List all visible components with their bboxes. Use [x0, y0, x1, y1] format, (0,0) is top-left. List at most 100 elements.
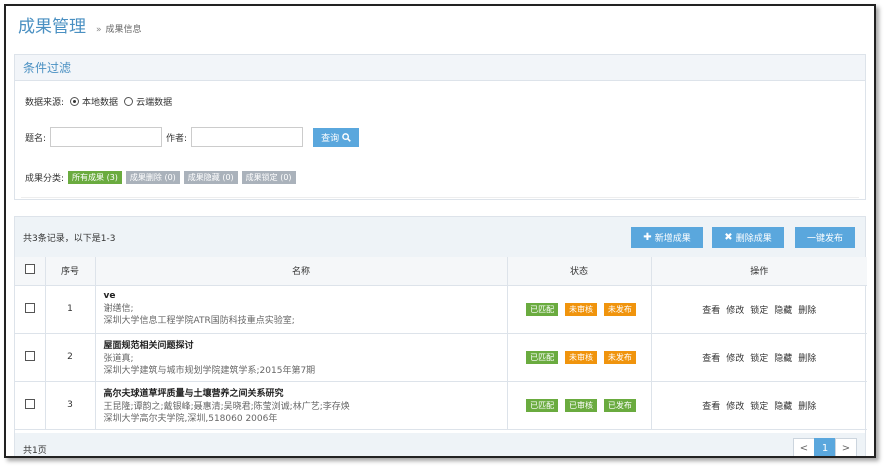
page-1-button[interactable]: 1	[814, 438, 836, 456]
action-lock[interactable]: 锁定	[750, 306, 768, 316]
result-title[interactable]: 高尔夫球道草坪质量与土壤营养之间关系研究	[104, 386, 507, 399]
results-toolbar: 共3条记录，以下是1-3 ✚ 新增成果 ✖ 删除成果 一键发布	[15, 217, 865, 257]
status-badge-review: 未审核	[565, 350, 597, 364]
status-badge-matched: 已匹配	[526, 302, 559, 316]
table-header-row: 序号 名称 状态 操作	[15, 257, 867, 286]
status-badge-review: 未审核	[565, 302, 597, 316]
row-name-cell: 屋面规范相关问题探讨 张道真; 深圳大学建筑与城市规划学院建筑学系;2015年第…	[95, 333, 508, 382]
category-deleted[interactable]: 成果删除 (0)	[125, 171, 180, 184]
row-actions-cell: 查看 修改 锁定 隐藏 删除	[651, 285, 867, 334]
result-author: 谢缮信;	[103, 304, 134, 314]
row-number: 1	[45, 285, 96, 334]
delete-result-button[interactable]: ✖ 删除成果	[712, 227, 784, 248]
filter-panel-title: 条件过滤	[15, 55, 865, 81]
table-row: 1 ve 谢缮信; 深圳大学信息工程学院ATR国防科技重点实验室; 已匹配 未审…	[15, 285, 867, 334]
action-edit[interactable]: 修改	[726, 306, 744, 316]
status-badge-publish: 未发布	[603, 302, 636, 316]
result-source: 深圳大学建筑与城市规划学院建筑学系;2015年第7期	[103, 365, 316, 376]
radio-unselected-icon[interactable]	[124, 97, 134, 106]
query-button-label: 查询	[321, 132, 340, 143]
status-badge-publish: 已发布	[603, 398, 636, 412]
result-source: 深圳大学信息工程学院ATR国防科技重点实验室;	[103, 316, 295, 326]
table-row: 2 屋面规范相关问题探讨 张道真; 深圳大学建筑与城市规划学院建筑学系;2015…	[15, 333, 867, 382]
radio-local-data[interactable]: 本地数据	[70, 95, 118, 108]
action-hide[interactable]: 隐藏	[774, 354, 792, 364]
prev-page-button[interactable]: <	[793, 438, 815, 456]
column-header-name: 名称	[95, 257, 508, 286]
status-badge-matched: 已匹配	[526, 398, 559, 412]
row-number: 3	[45, 381, 96, 430]
row-checkbox[interactable]	[24, 302, 35, 313]
publish-all-button[interactable]: 一键发布	[795, 227, 855, 248]
row-select-cell	[15, 333, 46, 382]
delete-result-label: 删除成果	[735, 234, 772, 244]
row-actions-cell: 查看 修改 锁定 隐藏 删除	[651, 381, 867, 430]
row-status-cell: 已匹配 未审核 未发布	[507, 285, 652, 334]
results-footer: 共1页 < 1 >	[15, 433, 865, 456]
category-hidden[interactable]: 成果隐藏 (0)	[183, 171, 238, 184]
action-view[interactable]: 查看	[702, 354, 720, 364]
action-edit[interactable]: 修改	[726, 354, 744, 364]
result-author: 王昆隆;谭韵之;戴银峰;聂惠清;吴晓君;陈莹浏诚;林广艺;李存焕	[103, 401, 350, 412]
row-actions-cell: 查看 修改 锁定 隐藏 删除	[651, 333, 867, 382]
result-title[interactable]: 屋面规范相关问题探讨	[104, 338, 507, 351]
radio-cloud-data[interactable]: 云端数据	[124, 95, 172, 108]
category-label: 成果分类:	[25, 174, 65, 184]
radio-label: 云端数据	[136, 98, 173, 108]
breadcrumb[interactable]: 成果信息	[106, 22, 142, 35]
category-row: 成果分类: 所有成果 (3) 成果删除 (0) 成果隐藏 (0) 成果锁定 (0…	[25, 171, 296, 184]
data-source-label: 数据来源:	[25, 98, 65, 108]
column-header-status: 状态	[507, 257, 652, 286]
divider	[21, 197, 859, 198]
action-hide[interactable]: 隐藏	[774, 306, 792, 316]
status-badge-publish: 未发布	[603, 350, 636, 364]
select-all-header	[15, 257, 46, 286]
app-window: 成果管理 » 成果信息 条件过滤 数据来源: 本地数据 云端数据 题名: 作者:…	[4, 4, 876, 458]
action-lock[interactable]: 锁定	[750, 354, 768, 364]
action-view[interactable]: 查看	[702, 402, 720, 412]
record-summary: 共3条记录，以下是1-3	[23, 234, 116, 244]
breadcrumb-separator: »	[96, 25, 102, 35]
title-input[interactable]	[50, 127, 163, 147]
radio-selected-icon[interactable]	[70, 97, 80, 106]
publish-all-label: 一键发布	[806, 234, 843, 244]
author-input[interactable]	[191, 127, 304, 147]
row-checkbox[interactable]	[24, 350, 35, 361]
filter-panel: 条件过滤 数据来源: 本地数据 云端数据 题名: 作者: 查询 成果分类: 所有…	[14, 54, 866, 200]
author-label: 作者:	[166, 133, 188, 144]
results-panel: 共3条记录，以下是1-3 ✚ 新增成果 ✖ 删除成果 一键发布 序号 名称 状态	[14, 216, 867, 456]
next-page-button[interactable]: >	[835, 438, 857, 456]
category-locked[interactable]: 成果锁定 (0)	[241, 171, 296, 184]
action-delete[interactable]: 删除	[798, 354, 816, 364]
category-all[interactable]: 所有成果 (3)	[68, 171, 122, 184]
action-hide[interactable]: 隐藏	[774, 402, 792, 412]
row-name-cell: 高尔夫球道草坪质量与土壤营养之间关系研究 王昆隆;谭韵之;戴银峰;聂惠清;吴晓君…	[95, 381, 508, 430]
status-badge-matched: 已匹配	[526, 350, 559, 364]
column-header-actions: 操作	[651, 257, 867, 286]
search-row: 题名: 作者: 查询	[25, 127, 360, 147]
page-count: 共1页	[23, 446, 47, 456]
column-header-number: 序号	[45, 257, 96, 286]
row-select-cell	[15, 381, 46, 430]
result-author: 张道真;	[103, 353, 134, 364]
row-select-cell	[15, 285, 46, 334]
action-edit[interactable]: 修改	[726, 402, 744, 412]
action-delete[interactable]: 删除	[798, 306, 816, 316]
close-icon: ✖	[724, 232, 733, 243]
result-source: 深圳大学高尔夫学院,深圳,518060 2006年	[103, 413, 278, 424]
query-button[interactable]: 查询	[313, 127, 360, 147]
add-result-button[interactable]: ✚ 新增成果	[631, 227, 703, 248]
plus-icon: ✚	[643, 232, 652, 243]
title-label: 题名:	[25, 133, 47, 144]
action-delete[interactable]: 删除	[798, 402, 816, 412]
row-checkbox[interactable]	[24, 398, 35, 409]
select-all-checkbox[interactable]	[24, 264, 35, 275]
action-view[interactable]: 查看	[702, 306, 720, 316]
page-header: 成果管理 » 成果信息	[18, 12, 142, 40]
results-table: 序号 名称 状态 操作 1 ve 谢缮信; 深圳大学信息工程学院ATR国防科技重…	[15, 257, 867, 430]
row-status-cell: 已匹配 已审核 已发布	[507, 381, 652, 430]
page-title: 成果管理	[18, 17, 86, 37]
status-badge-review: 已审核	[565, 398, 597, 412]
action-lock[interactable]: 锁定	[750, 402, 768, 412]
result-title[interactable]: ve	[104, 291, 507, 301]
